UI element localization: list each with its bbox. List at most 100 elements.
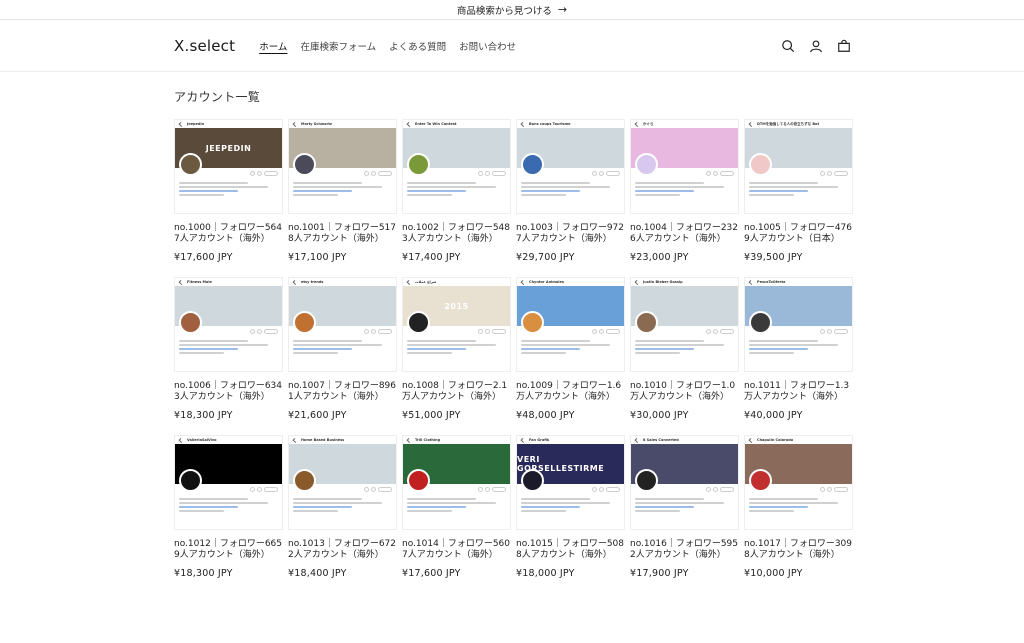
product-title[interactable]: no.1004｜フォロワー2326人アカウント（海外） xyxy=(630,223,739,245)
back-arrow-icon xyxy=(406,121,412,127)
mail-icon xyxy=(827,329,832,334)
profile-action-icons xyxy=(250,487,262,492)
profile-topbar: etsy trends xyxy=(289,278,396,286)
profile-topbar: かぐら xyxy=(631,120,738,128)
back-arrow-icon xyxy=(520,279,526,285)
product-image[interactable]: صراع عملات 2015 xyxy=(402,277,511,372)
product-title[interactable]: no.1014｜フォロワー5607人アカウント（海外） xyxy=(402,539,511,561)
more-icon xyxy=(364,329,369,334)
profile-bio xyxy=(635,338,734,354)
product-image[interactable]: Chapulin Colorado xyxy=(744,435,853,530)
announcement-bar[interactable]: 商品検索から見つける → xyxy=(0,0,1024,20)
product-title[interactable]: no.1000｜フォロワー5647人アカウント（海外） xyxy=(174,223,283,245)
product-image[interactable]: Jeepedin JEEPEDIN xyxy=(174,119,283,214)
product-card[interactable]: ValleriaSalVivo no.1012｜フォロワー6659人アカウント（… xyxy=(174,435,283,579)
product-image[interactable]: etsy trends xyxy=(288,277,397,372)
product-title[interactable]: no.1006｜フォロワー6343人アカウント（海外） xyxy=(174,381,283,403)
product-card[interactable]: かぐら no.1004｜フォロワー2326人アカウント（海外） ¥23,000 … xyxy=(630,119,739,263)
product-title[interactable]: no.1013｜フォロワー6722人アカウント（海外） xyxy=(288,539,397,561)
product-card[interactable]: Jeepedin JEEPEDIN no.1000｜フォロワー5647人アカウン… xyxy=(174,119,283,263)
product-image[interactable]: DTMを勉強してる人の役立ちずな Bot xyxy=(744,119,853,214)
product-title[interactable]: no.1007｜フォロワー8961人アカウント（海外） xyxy=(288,381,397,403)
profile-action-icons xyxy=(820,171,832,176)
profile-bio xyxy=(407,496,506,512)
product-title[interactable]: no.1005｜フォロワー4769人アカウント（日本） xyxy=(744,223,853,245)
product-image[interactable]: Home Based Business xyxy=(288,435,397,530)
product-card[interactable]: 8 Sales Converted no.1016｜フォロワー5952人アカウン… xyxy=(630,435,739,579)
product-card[interactable]: Morty Schwartz no.1001｜フォロワー5178人アカウント（海… xyxy=(288,119,397,263)
follow-button-icon xyxy=(264,171,278,176)
product-title[interactable]: no.1008｜フォロワー2.1万人アカウント（海外） xyxy=(402,381,511,403)
product-card[interactable]: Home Based Business no.1013｜フォロワー6722人アカ… xyxy=(288,435,397,579)
product-title[interactable]: no.1011｜フォロワー1.3万人アカウント（海外） xyxy=(744,381,853,403)
profile-name: Home Based Business xyxy=(301,438,345,442)
cart-icon[interactable] xyxy=(837,39,851,53)
product-card[interactable]: PescaToOferta no.1011｜フォロワー1.3万人アカウント（海外… xyxy=(744,277,853,421)
product-image[interactable]: かぐら xyxy=(630,119,739,214)
product-card[interactable]: DTMを勉強してる人の役立ちずな Bot no.1005｜フォロワー4769人ア… xyxy=(744,119,853,263)
product-title[interactable]: no.1010｜フォロワー1.0万人アカウント（海外） xyxy=(630,381,739,403)
product-image[interactable]: Justin Bieber Gossip xyxy=(630,277,739,372)
product-title[interactable]: no.1015｜フォロワー5088人アカウント（海外） xyxy=(516,539,625,561)
more-icon xyxy=(820,487,825,492)
product-image[interactable]: Morty Schwartz xyxy=(288,119,397,214)
product-title[interactable]: no.1009｜フォロワー1.6万人アカウント（海外） xyxy=(516,381,625,403)
product-image[interactable]: 8 Sales Converted xyxy=(630,435,739,530)
product-title[interactable]: no.1003｜フォロワー9727人アカウント（海外） xyxy=(516,223,625,245)
product-image[interactable]: Fan Grafik VERI GORSELLESTIRME xyxy=(516,435,625,530)
product-price: ¥48,000 JPY xyxy=(516,410,575,421)
product-image[interactable]: Trill Clothing xyxy=(402,435,511,530)
nav-faq[interactable]: よくある質問 xyxy=(389,37,446,55)
profile-topbar: Chapulin Colorado xyxy=(745,436,852,444)
profile-bio xyxy=(635,180,734,196)
profile-name: etsy trends xyxy=(301,280,324,284)
profile-action-icons xyxy=(364,329,376,334)
product-image[interactable]: Chyntor Animales xyxy=(516,277,625,372)
product-image[interactable]: Bons coups Tourisme xyxy=(516,119,625,214)
more-icon xyxy=(592,171,597,176)
follow-button-icon xyxy=(834,329,848,334)
avatar xyxy=(635,469,658,492)
search-icon[interactable] xyxy=(781,39,795,53)
product-card[interactable]: Chyntor Animales no.1009｜フォロワー1.6万人アカウント… xyxy=(516,277,625,421)
announcement-text[interactable]: 商品検索から見つける xyxy=(457,3,552,17)
profile-bio xyxy=(521,338,620,354)
product-card[interactable]: Fan Grafik VERI GORSELLESTIRME no.1015｜フ… xyxy=(516,435,625,579)
mail-icon xyxy=(827,171,832,176)
product-image[interactable]: ValleriaSalVivo xyxy=(174,435,283,530)
account-icon[interactable] xyxy=(809,39,823,53)
product-price: ¥18,400 JPY xyxy=(288,568,347,579)
product-price: ¥17,400 JPY xyxy=(402,252,461,263)
product-card[interactable]: etsy trends no.1007｜フォロワー8961人アカウント（海外） … xyxy=(288,277,397,421)
follow-button-icon xyxy=(606,329,620,334)
back-arrow-icon xyxy=(406,437,412,443)
follow-button-icon xyxy=(378,329,392,334)
nav-stock-search[interactable]: 在庫検索フォーム xyxy=(300,37,376,55)
mail-icon xyxy=(257,171,262,176)
nav-home[interactable]: ホーム xyxy=(259,37,287,55)
back-arrow-icon xyxy=(406,279,412,285)
product-card[interactable]: Fitness Male no.1006｜フォロワー6343人アカウント（海外）… xyxy=(174,277,283,421)
profile-topbar: ValleriaSalVivo xyxy=(175,436,282,444)
product-title[interactable]: no.1012｜フォロワー6659人アカウント（海外） xyxy=(174,539,283,561)
product-card[interactable]: Bons coups Tourisme no.1003｜フォロワー9727人アカ… xyxy=(516,119,625,263)
product-image[interactable]: Fitness Male xyxy=(174,277,283,372)
profile-name: Trill Clothing xyxy=(415,438,441,442)
product-card[interactable]: صراع عملات 2015 no.1008｜フォロワー2.1万人アカウント（… xyxy=(402,277,511,421)
site-logo[interactable]: X.select xyxy=(174,37,235,55)
product-title[interactable]: no.1016｜フォロワー5952人アカウント（海外） xyxy=(630,539,739,561)
back-arrow-icon xyxy=(292,121,298,127)
product-card[interactable]: Justin Bieber Gossip no.1010｜フォロワー1.0万人ア… xyxy=(630,277,739,421)
product-price: ¥21,600 JPY xyxy=(288,410,347,421)
product-image[interactable]: Enter To Win Contest xyxy=(402,119,511,214)
product-card[interactable]: Enter To Win Contest no.1002｜フォロワー5483人ア… xyxy=(402,119,511,263)
back-arrow-icon xyxy=(634,437,640,443)
product-title[interactable]: no.1017｜フォロワー3098人アカウント（海外） xyxy=(744,539,853,561)
product-title[interactable]: no.1002｜フォロワー5483人アカウント（海外） xyxy=(402,223,511,245)
nav-contact[interactable]: お問い合わせ xyxy=(459,37,516,55)
product-card[interactable]: Chapulin Colorado no.1017｜フォロワー3098人アカウン… xyxy=(744,435,853,579)
product-card[interactable]: Trill Clothing no.1014｜フォロワー5607人アカウント（海… xyxy=(402,435,511,579)
product-image[interactable]: PescaToOferta xyxy=(744,277,853,372)
product-title[interactable]: no.1001｜フォロワー5178人アカウント（海外） xyxy=(288,223,397,245)
avatar xyxy=(179,469,202,492)
